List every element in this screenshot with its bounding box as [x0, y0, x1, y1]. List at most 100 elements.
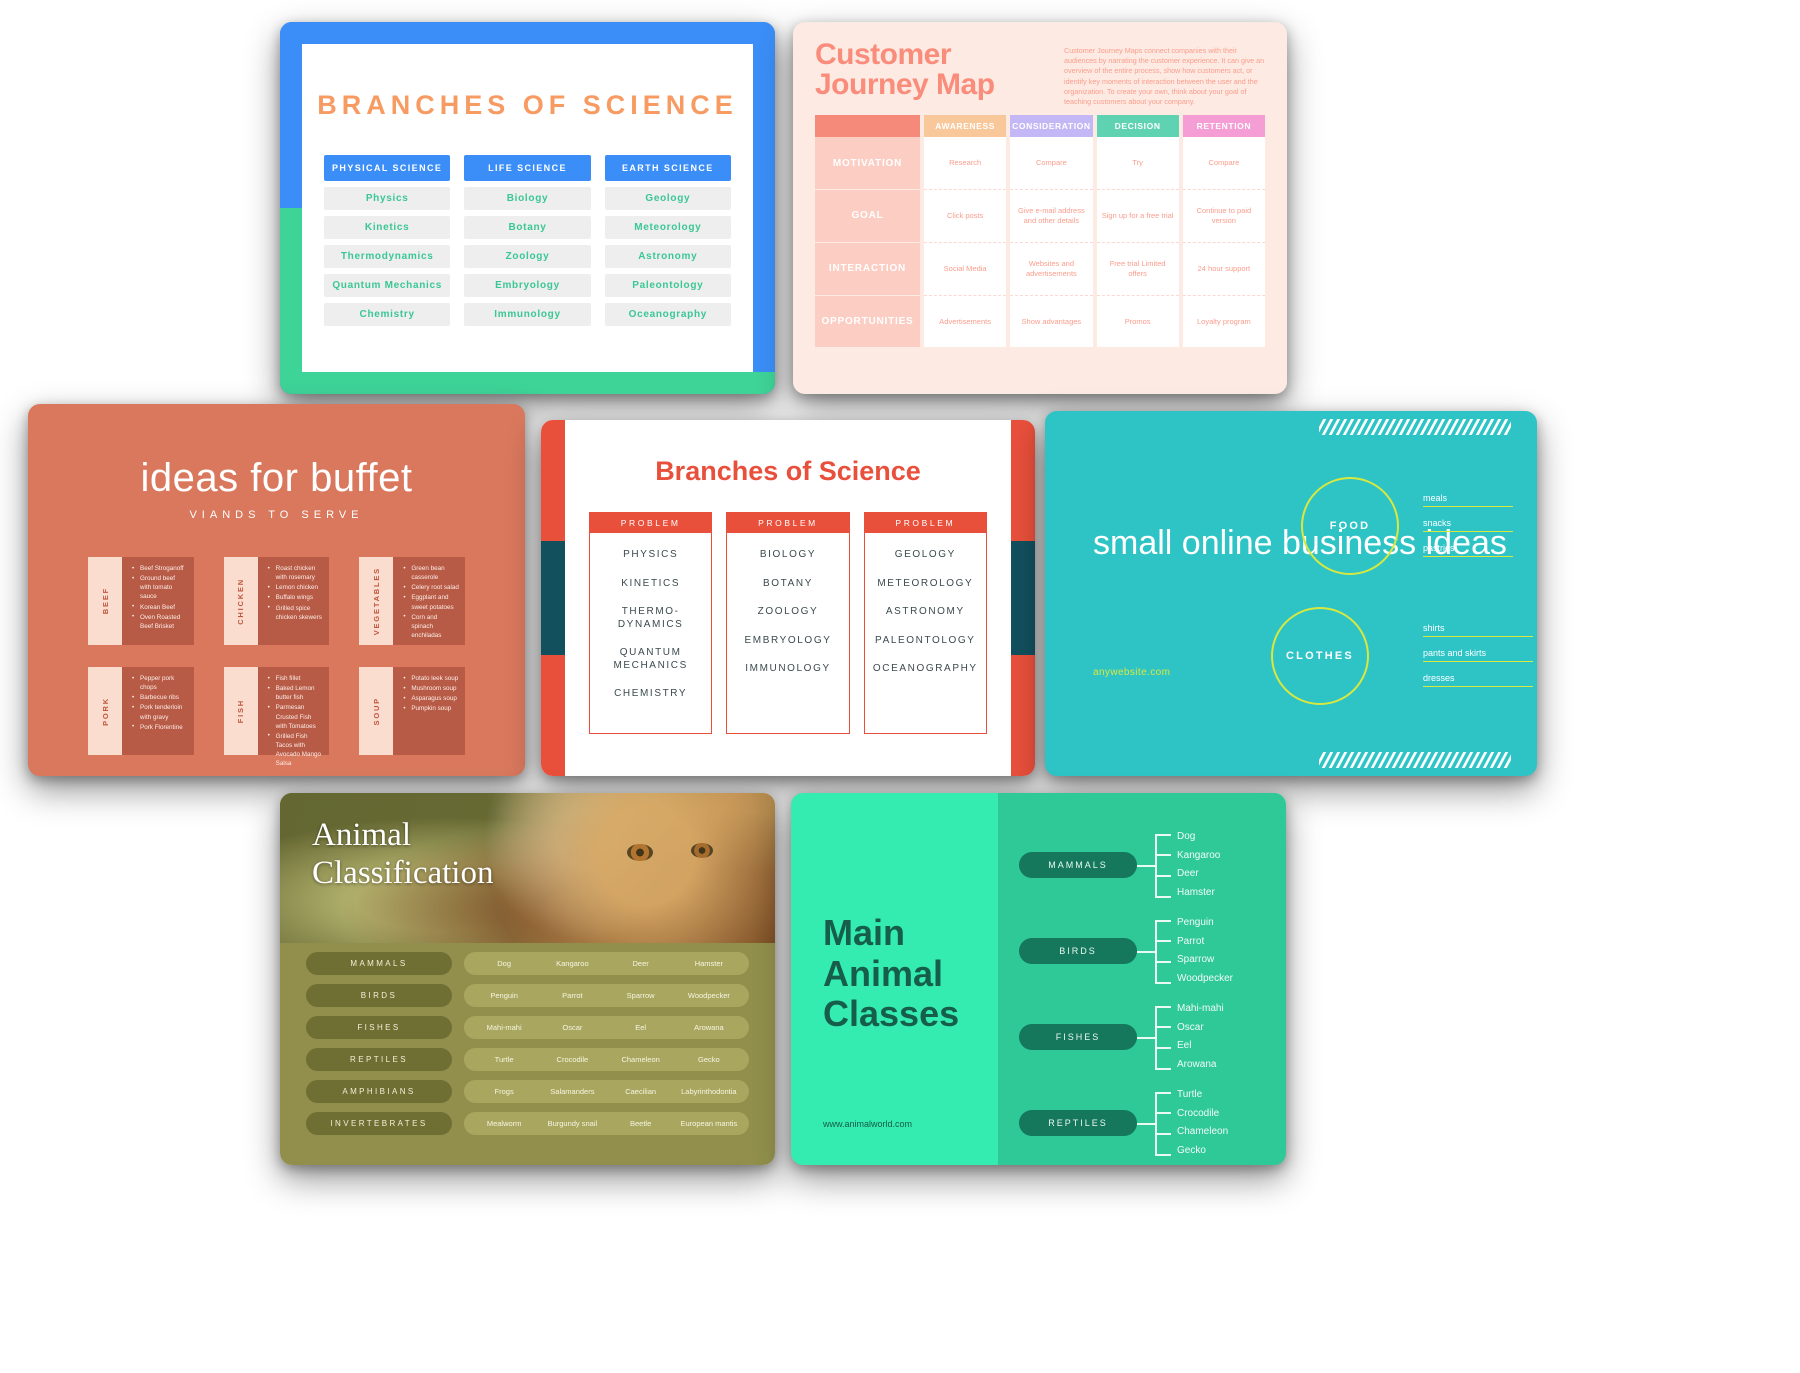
template-card-ideas-for-buffet[interactable]: ideas for buffet VIANDS TO SERVE BEEF Be… — [28, 404, 525, 776]
slide-canvas: BRANCHES OF SCIENCE PHYSICAL SCIENCE Phy… — [302, 44, 753, 372]
class-items: Dog Kangaroo Deer Hamster — [464, 952, 749, 975]
template-card-branches-of-science-blue[interactable]: BRANCHES OF SCIENCE PHYSICAL SCIENCE Phy… — [280, 22, 775, 394]
page-title: Animal Classification — [312, 817, 493, 892]
table-cell: Give e-mail address and other details — [1010, 190, 1093, 243]
table-cell: Social Media — [924, 243, 1007, 296]
list-item: Salamanders — [550, 1087, 595, 1096]
list-item: Labyrinthodontia — [681, 1087, 737, 1096]
table-row: MAMMALS Dog Kangaroo Deer Hamster — [280, 952, 775, 975]
table-cell: Compare — [1182, 137, 1265, 191]
list-item: snacks — [1423, 518, 1513, 532]
accent-segment-red-top — [541, 420, 565, 542]
list-item: Barbecue ribs — [132, 693, 188, 702]
list-item: BOTANY — [763, 577, 813, 589]
page-title: BRANCHES OF SCIENCE — [317, 90, 738, 120]
list-item: Chameleon — [621, 1055, 660, 1064]
classification-table: MAMMALS Dog Kangaroo Deer Hamster BIRDS … — [280, 943, 775, 1165]
circle-label-food: FOOD — [1301, 477, 1399, 575]
column-items: GEOLOGY METEOROLOGY ASTRONOMY PALEONTOLO… — [865, 533, 986, 729]
list-item: Corn and spinach enchiladas — [403, 612, 459, 640]
table-cell: Promos — [1124, 316, 1151, 326]
list-item: THERMO-DYNAMICS — [617, 606, 684, 630]
group-items: Potato leek soup Mushroom soup Asparagus… — [393, 667, 465, 755]
list-item: IMMUNOLOGY — [745, 663, 831, 674]
list-item: Parrot — [562, 991, 583, 1000]
website-url: anywebsite.com — [1093, 667, 1171, 678]
list-item: Physics — [324, 186, 451, 210]
bracket-connector — [1137, 825, 1171, 905]
row-label: OPPORTUNITIES — [815, 295, 920, 348]
class-items: Penguin Parrot Sparrow Woodpecker — [464, 984, 749, 1007]
connector-tick — [1155, 834, 1171, 836]
column-header: PHYSICAL SCIENCE — [324, 154, 451, 181]
bottom-accent-bar — [280, 372, 775, 394]
connector-vertical — [1155, 834, 1157, 896]
template-card-main-animal-classes[interactable]: Main Animal Classes www.animalworld.com … — [791, 793, 1286, 1165]
list-item: Woodpecker — [687, 991, 730, 1000]
right-accent-bar — [753, 22, 775, 394]
connector-tick — [1155, 920, 1171, 922]
connector-tick — [1155, 1068, 1171, 1070]
list-item: OCEANOGRAPHY — [872, 663, 978, 674]
table-cell: Advertisements — [939, 316, 991, 326]
column-header: PROBLEM — [727, 513, 849, 533]
connector-tick — [1155, 1047, 1171, 1049]
list-item: Kangaroo — [1177, 849, 1221, 861]
animal-group-birds: BIRDS Penguin Parrot Sparrow Woodpecker — [1019, 911, 1233, 991]
template-card-branches-of-science-red[interactable]: Branches of Science PROBLEM PHYSICS KINE… — [541, 420, 1035, 776]
list-item: Oscar — [562, 1023, 583, 1032]
list-item: Meteorology — [604, 215, 731, 239]
list-item: Frogs — [494, 1087, 514, 1096]
template-card-animal-classification[interactable]: Animal Classification MAMMALS Dog Kangar… — [280, 793, 775, 1165]
journey-column-retention: RETENTION Compare Continue to paid versi… — [1182, 115, 1265, 348]
group-items: Fish fillet Baked Lemon butter fish Parm… — [257, 667, 330, 767]
list-item: Potato leek soup — [403, 673, 459, 683]
table-row: REPTILES Turtle Crocodile Chameleon Geck… — [280, 1048, 775, 1071]
connector-line — [1137, 951, 1155, 953]
bracket-connector — [1137, 911, 1171, 991]
page-subtitle: VIANDS TO SERVE — [189, 509, 364, 521]
column-header: LIFE SCIENCE — [464, 154, 591, 181]
class-label: MAMMALS — [306, 952, 452, 975]
journey-table: MOTIVATION GOAL INTERACTION OPPORTUNITIE… — [793, 115, 1287, 363]
list-item: Grilled Fish Tacos with Avocado Mango Sa… — [268, 731, 324, 769]
list-item: Buffalo wings — [268, 593, 324, 602]
journey-column-awareness: AWARENESS Research Click posts Social Me… — [924, 115, 1007, 348]
left-accent-bar-green — [280, 208, 302, 394]
food-items-list: meals snacks pastries — [1423, 493, 1513, 568]
list-item: Mahi-mahi — [486, 1023, 522, 1032]
connector-tick — [1155, 875, 1171, 877]
science-columns: PHYSICAL SCIENCE Physics Kinetics Thermo… — [302, 123, 753, 326]
connector-tick — [1155, 1154, 1171, 1156]
row-label: GOAL — [815, 190, 920, 243]
group-items: Beef Stroganoff Ground beef with tomato … — [122, 557, 194, 645]
accent-segment-red-top — [1011, 420, 1035, 542]
list-item: Burgundy snail — [547, 1119, 598, 1128]
list-item: Biology — [464, 186, 591, 210]
list-item: Gecko — [1177, 1144, 1206, 1156]
table-cell: 24 hour support — [1182, 243, 1265, 296]
group-label-tab: FISH — [223, 667, 258, 755]
connector-tick — [1155, 982, 1171, 984]
group-label: CHICKEN — [236, 577, 246, 625]
class-label: MAMMALS — [1019, 852, 1137, 878]
list-item: Parrot — [1177, 935, 1205, 947]
left-accent-bar — [541, 420, 565, 776]
list-item: KINETICS — [621, 577, 681, 589]
buffet-group-beef: BEEF Beef Stroganoff Ground beef with to… — [88, 557, 194, 645]
template-card-customer-journey-map[interactable]: Customer Journey Map Customer Journey Ma… — [793, 22, 1287, 394]
description-text: Customer Journey Maps connect companies … — [1064, 46, 1265, 107]
list-item: CHEMISTRY — [614, 688, 688, 699]
list-item: Hamster — [694, 959, 724, 968]
list-item: BIOLOGY — [759, 549, 817, 560]
connector-tick — [1155, 1026, 1171, 1028]
list-item: Roast chicken with rosemary — [268, 563, 324, 582]
template-card-small-online-business-ideas[interactable]: small online business ideas anywebsite.c… — [1045, 411, 1537, 776]
list-item: Baked Lemon butter fish — [268, 684, 324, 702]
journey-row-labels-column: MOTIVATION GOAL INTERACTION OPPORTUNITIE… — [815, 115, 920, 348]
list-item: EMBRYOLOGY — [744, 634, 832, 646]
table-row: INVERTEBRATES Mealworm Burgundy snail Be… — [280, 1112, 775, 1135]
connector-line — [1137, 1123, 1155, 1125]
list-item: Asparagus soup — [403, 694, 459, 703]
connector-tick — [1155, 961, 1171, 963]
